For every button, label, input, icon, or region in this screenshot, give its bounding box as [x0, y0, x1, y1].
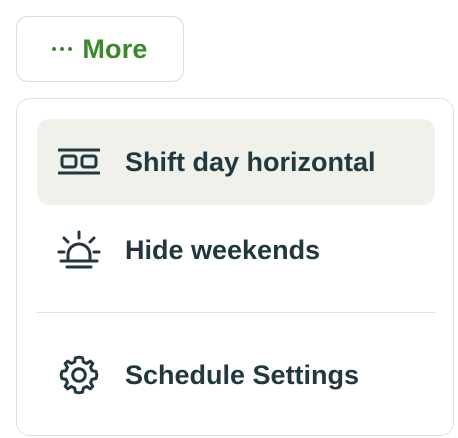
menu-item-label: Schedule Settings — [125, 359, 360, 390]
gear-icon — [57, 353, 101, 397]
menu-item-label: Shift day horizontal — [125, 146, 376, 177]
more-dropdown-menu: Shift day horizontal Hide weekends Sched… — [16, 98, 454, 436]
menu-item-schedule-settings[interactable]: Schedule Settings — [37, 332, 435, 418]
alarm-light-icon — [57, 228, 101, 272]
more-button-label: More — [82, 33, 148, 64]
menu-item-hide-weekends[interactable]: Hide weekends — [37, 207, 435, 293]
more-button[interactable]: More — [16, 16, 184, 82]
menu-item-shift-day-horizontal[interactable]: Shift day horizontal — [37, 119, 435, 205]
menu-item-label: Hide weekends — [125, 234, 321, 265]
columns-layout-icon — [57, 140, 101, 184]
menu-divider — [37, 312, 435, 313]
ellipsis-icon — [52, 47, 73, 51]
